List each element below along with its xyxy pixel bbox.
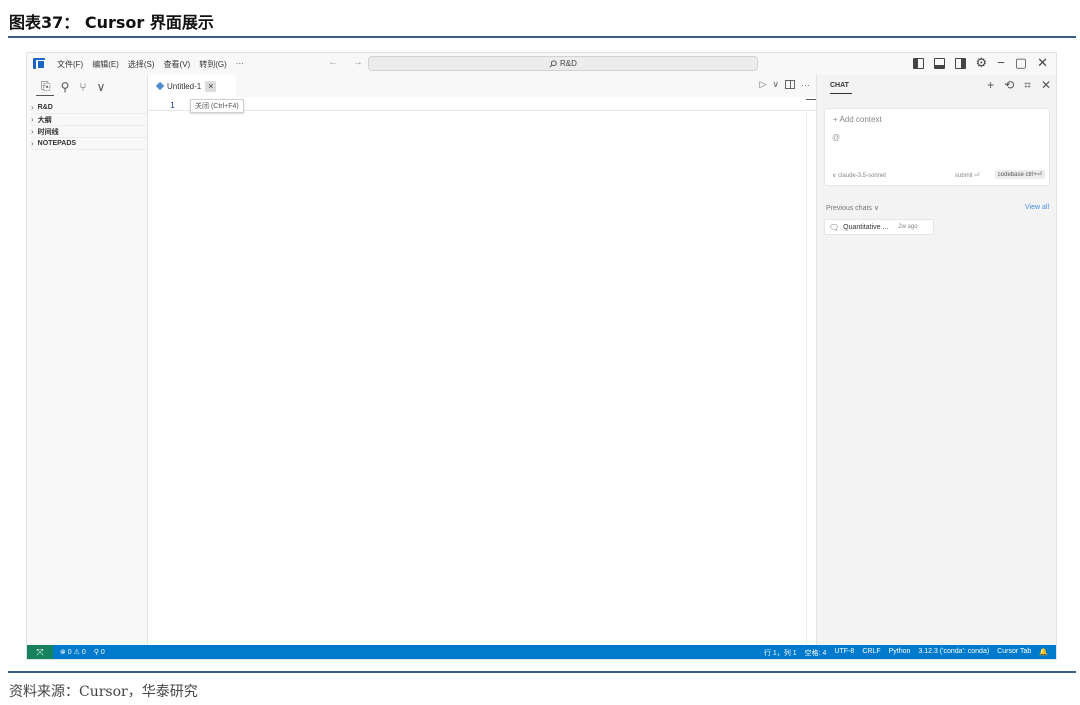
sidebar-section-rd[interactable]: › R&D [31,102,147,114]
chevron-right-icon: › [31,115,34,124]
tab-untitled-1[interactable]: Untitled-1 × [148,75,236,97]
chat-tab-underline [830,93,852,94]
menu-more[interactable]: ··· [236,59,244,70]
add-context-button[interactable]: + Add context [833,115,882,124]
more-actions-icon[interactable]: ··· [801,80,810,90]
submit-button[interactable]: submit ⏎ [955,172,979,179]
figure-title: 图表37： Cursor 界面展示 [9,13,214,32]
mention-icon[interactable]: @ [832,133,840,142]
language-mode[interactable]: Python [889,648,911,658]
sidebar-section-timeline[interactable]: › 时间线 [31,126,147,138]
line-ending[interactable]: CRLF [862,648,880,658]
chat-bubble-icon: 🗨 [829,222,840,232]
split-editor-icon[interactable] [785,80,795,89]
toggle-secondary-sidebar-icon[interactable] [954,57,966,69]
sidebar-section-notepads[interactable]: › NOTEPADS [31,138,147,150]
chevron-right-icon: › [31,127,34,136]
close-tab-tooltip: 关闭 (Ctrl+F4) [190,99,244,113]
search-icon [549,59,557,68]
section-label: 大纲 [37,116,52,124]
previous-chat-item[interactable]: 🗨 Quantitative ... 2w ago [824,219,934,235]
command-center-search[interactable]: R&D [368,56,758,71]
cursor-window: 文件(F) 编辑(E) 选择(S) 查看(V) 转到(G) ··· ← → R&… [26,52,1057,660]
run-icon[interactable]: ▷ [759,79,766,90]
chat-item-age: 2w ago [898,224,918,230]
sidebar-sections: › R&D › 大纲 › 时间线 › NOTEPADS [31,102,147,150]
activity-icons: ⎘ ⚲ ⑂ ∨ [41,79,105,94]
chevron-down-icon[interactable]: ∨ [97,80,106,94]
section-label: NOTEPADS [37,140,77,147]
history-icon[interactable]: ⟲ [1004,78,1014,93]
search-icon[interactable]: ⚲ [61,80,70,94]
section-label: 时间线 [37,128,59,136]
figure-top-rule [8,36,1076,38]
chevron-right-icon: › [31,103,34,112]
editor-tabs-bar: Untitled-1 × ▷ ∨ ··· [148,75,816,97]
python-interpreter[interactable]: 3.12.3 ('conda': conda) [918,648,989,658]
cursor-position[interactable]: 行 1，列 1 [764,648,797,658]
chat-input-box[interactable]: + Add context @ ∨ claude-3.5-sonnet subm… [824,108,1050,186]
menu-bar: 文件(F) 编辑(E) 选择(S) 查看(V) 转到(G) ··· [57,59,244,70]
toggle-primary-sidebar-icon[interactable] [912,57,924,69]
minimap-indicator [806,99,816,100]
menu-edit[interactable]: 编辑(E) [92,59,119,70]
active-view-indicator [36,95,54,96]
chat-header: CHAT + ⟲ ⌗ ✕ [817,75,1056,97]
explorer-files-icon[interactable]: ⎘ [41,79,51,94]
new-chat-icon[interactable]: + [987,78,994,93]
tab-label: Untitled-1 [167,81,202,91]
run-dropdown-icon[interactable]: ∨ [772,79,779,90]
chevron-right-icon: › [31,139,34,148]
section-label: R&D [37,104,53,111]
source-control-icon[interactable]: ⑂ [79,80,86,94]
chat-title[interactable]: CHAT [830,82,849,89]
menu-file[interactable]: 文件(F) [57,59,83,70]
line-number: 1 [170,101,175,110]
sidebar-section-outline[interactable]: › 大纲 [31,114,147,126]
chat-actions: + ⟲ ⌗ ✕ [987,78,1051,93]
menu-selection[interactable]: 选择(S) [128,59,155,70]
cursor-logo-icon [33,58,45,69]
indentation[interactable]: 空格: 4 [805,648,827,658]
figure-source: 资料来源：Cursor，华泰研究 [9,684,198,700]
menu-view[interactable]: 查看(V) [164,59,191,70]
window-controls: ⚙ − ▢ ✕ [912,56,1048,70]
current-line-highlight [148,99,816,111]
cursor-tab-toggle[interactable]: Cursor Tab [997,648,1031,658]
encoding[interactable]: UTF-8 [834,648,854,658]
chat-panel: CHAT + ⟲ ⌗ ✕ + Add context @ ∨ claude-3.… [816,75,1056,645]
problems-indicator[interactable]: ⊗ 0 ⚠ 0 [60,648,86,656]
figure-bottom-rule [8,671,1076,673]
title-bar: 文件(F) 编辑(E) 选择(S) 查看(V) 转到(G) ··· ← → R&… [27,53,1056,75]
remote-indicator-icon[interactable]: ⤧ [27,645,53,659]
model-selector[interactable]: ∨ claude-3.5-sonnet [832,172,886,179]
status-bar: ⤧ ⊗ 0 ⚠ 0 ⚲ 0 行 1，列 1 空格: 4 UTF-8 CRLF P… [27,645,1056,659]
close-button[interactable]: ✕ [1037,56,1048,70]
status-right: 行 1，列 1 空格: 4 UTF-8 CRLF Python 3.12.3 (… [764,648,1048,658]
restore-button[interactable]: ▢ [1015,56,1027,70]
toggle-panel-icon[interactable] [933,57,945,69]
nav-arrows[interactable]: ← → [328,57,369,68]
notifications-bell-icon[interactable]: 🔔 [1039,648,1048,658]
codebase-button[interactable]: codebase ctrl+⏎ [994,170,1045,179]
view-all-link[interactable]: View all [1025,204,1049,211]
search-text: R&D [560,59,577,68]
previous-chats-toggle[interactable]: Previous chats ∨ [826,204,879,212]
expand-icon[interactable]: ⌗ [1024,78,1031,93]
settings-gear-icon[interactable]: ⚙ [976,56,988,70]
minimize-button[interactable]: − [997,56,1005,70]
status-left: ⊗ 0 ⚠ 0 ⚲ 0 [60,648,105,656]
editor-area[interactable]: Untitled-1 × ▷ ∨ ··· 1 关闭 (Ctrl+F4) [148,75,816,645]
explorer-sidebar: ⎘ ⚲ ⑂ ∨ › R&D › 大纲 › 时间线 › NOTEPADS [27,75,148,645]
file-type-icon [155,81,165,91]
editor-actions: ▷ ∨ ··· [759,79,810,90]
tab-close-button[interactable]: × [205,80,217,92]
menu-go[interactable]: 转到(G) [199,59,227,70]
chat-item-title: Quantitative ... [843,223,889,231]
ports-indicator[interactable]: ⚲ 0 [94,648,105,656]
vertical-scrollbar[interactable] [806,111,816,645]
close-panel-icon[interactable]: ✕ [1041,78,1051,93]
